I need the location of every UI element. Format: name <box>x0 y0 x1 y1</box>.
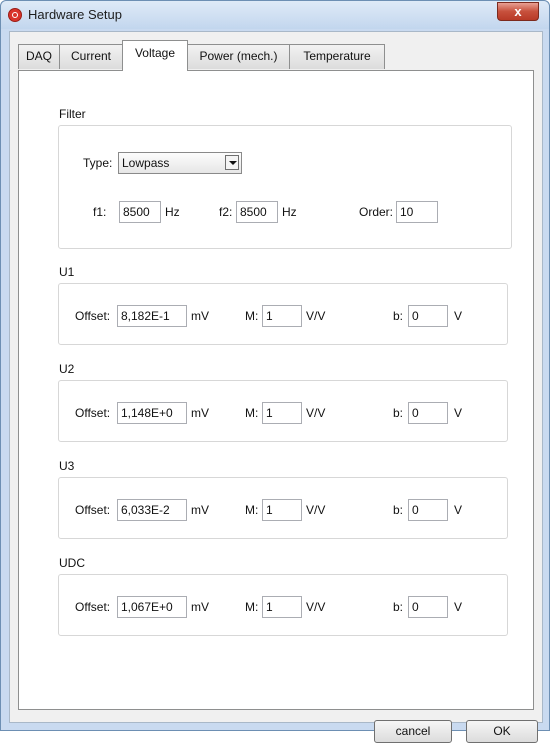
f1-label: f1: <box>93 205 107 219</box>
udc-offset-input[interactable]: 1,067E+0 <box>117 596 187 618</box>
u2-b-label: b: <box>393 406 404 420</box>
app-icon <box>8 8 22 22</box>
u1-m-label: M: <box>245 309 259 323</box>
u2-group: Offset: 1,148E+0 mV M: 1 V/V b: 0 V <box>58 380 508 442</box>
dialog-client: DAQ Current Voltage Power (mech.) Temper… <box>9 31 543 743</box>
u2-m-input[interactable]: 1 <box>262 402 302 424</box>
f2-unit: Hz <box>282 205 297 219</box>
udc-b-unit: V <box>454 600 463 614</box>
u1-b-unit: V <box>454 309 463 323</box>
udc-m-label: M: <box>245 600 259 614</box>
u2-b-unit: V <box>454 406 463 420</box>
u2-offset-input[interactable]: 1,148E+0 <box>117 402 187 424</box>
u2-m-label: M: <box>245 406 259 420</box>
u2-offset-label: Offset: <box>75 406 111 420</box>
udc-m-input[interactable]: 1 <box>262 596 302 618</box>
u3-group-label: U3 <box>59 459 75 473</box>
u1-b-label: b: <box>393 309 404 323</box>
u3-group: Offset: 6,033E-2 mV M: 1 V/V b: 0 V <box>58 477 508 539</box>
filter-type-select[interactable]: Lowpass <box>118 152 242 174</box>
u1-m-input[interactable]: 1 <box>262 305 302 327</box>
u2-offset-unit: mV <box>191 406 209 420</box>
window-title: Hardware Setup <box>28 7 122 22</box>
udc-b-input[interactable]: 0 <box>408 596 448 618</box>
hardware-setup-window: Hardware Setup x DAQ Current Voltage Pow… <box>0 0 550 743</box>
u3-b-input[interactable]: 0 <box>408 499 448 521</box>
filter-group: Type: Lowpass f1: 8500 Hz f2: 8500 Hz Or… <box>58 125 512 249</box>
f2-label: f2: <box>219 205 233 219</box>
u3-m-input[interactable]: 1 <box>262 499 302 521</box>
u3-b-label: b: <box>393 503 404 517</box>
filter-type-label: Type: <box>83 156 113 170</box>
tab-current[interactable]: Current <box>59 44 123 69</box>
udc-offset-unit: mV <box>191 600 209 614</box>
tab-temperature[interactable]: Temperature <box>289 44 385 69</box>
u1-offset-input[interactable]: 8,182E-1 <box>117 305 187 327</box>
u1-offset-label: Offset: <box>75 309 111 323</box>
order-input[interactable]: 10 <box>396 201 438 223</box>
filter-group-label: Filter <box>59 107 86 121</box>
order-label: Order: <box>359 205 394 219</box>
title-bar[interactable]: Hardware Setup x <box>1 1 549 29</box>
u1-offset-unit: mV <box>191 309 209 323</box>
voltage-tab-panel: Filter Type: Lowpass f1: 8500 Hz f2: 850… <box>18 70 534 710</box>
ok-button[interactable]: OK <box>466 720 538 743</box>
tab-power-mech[interactable]: Power (mech.) <box>187 44 290 69</box>
close-button[interactable]: x <box>497 2 539 21</box>
filter-type-value: Lowpass <box>122 156 170 170</box>
f1-unit: Hz <box>165 205 180 219</box>
udc-offset-label: Offset: <box>75 600 111 614</box>
udc-group: Offset: 1,067E+0 mV M: 1 V/V b: 0 V <box>58 574 508 636</box>
u1-m-unit: V/V <box>306 309 326 323</box>
udc-group-label: UDC <box>59 556 85 570</box>
u1-group-label: U1 <box>59 265 75 279</box>
u3-offset-unit: mV <box>191 503 209 517</box>
u3-b-unit: V <box>454 503 463 517</box>
tab-daq[interactable]: DAQ <box>18 44 60 69</box>
dropdown-arrow-icon[interactable] <box>225 155 239 170</box>
u3-offset-input[interactable]: 6,033E-2 <box>117 499 187 521</box>
udc-m-unit: V/V <box>306 600 326 614</box>
u2-group-label: U2 <box>59 362 75 376</box>
udc-b-label: b: <box>393 600 404 614</box>
u1-b-input[interactable]: 0 <box>408 305 448 327</box>
tab-voltage[interactable]: Voltage <box>122 40 188 71</box>
cancel-button[interactable]: cancel <box>374 720 452 743</box>
u3-offset-label: Offset: <box>75 503 111 517</box>
u1-group: Offset: 8,182E-1 mV M: 1 V/V b: 0 V <box>58 283 508 345</box>
f2-input[interactable]: 8500 <box>236 201 278 223</box>
f1-input[interactable]: 8500 <box>119 201 161 223</box>
u2-b-input[interactable]: 0 <box>408 402 448 424</box>
u3-m-unit: V/V <box>306 503 326 517</box>
u2-m-unit: V/V <box>306 406 326 420</box>
u3-m-label: M: <box>245 503 259 517</box>
